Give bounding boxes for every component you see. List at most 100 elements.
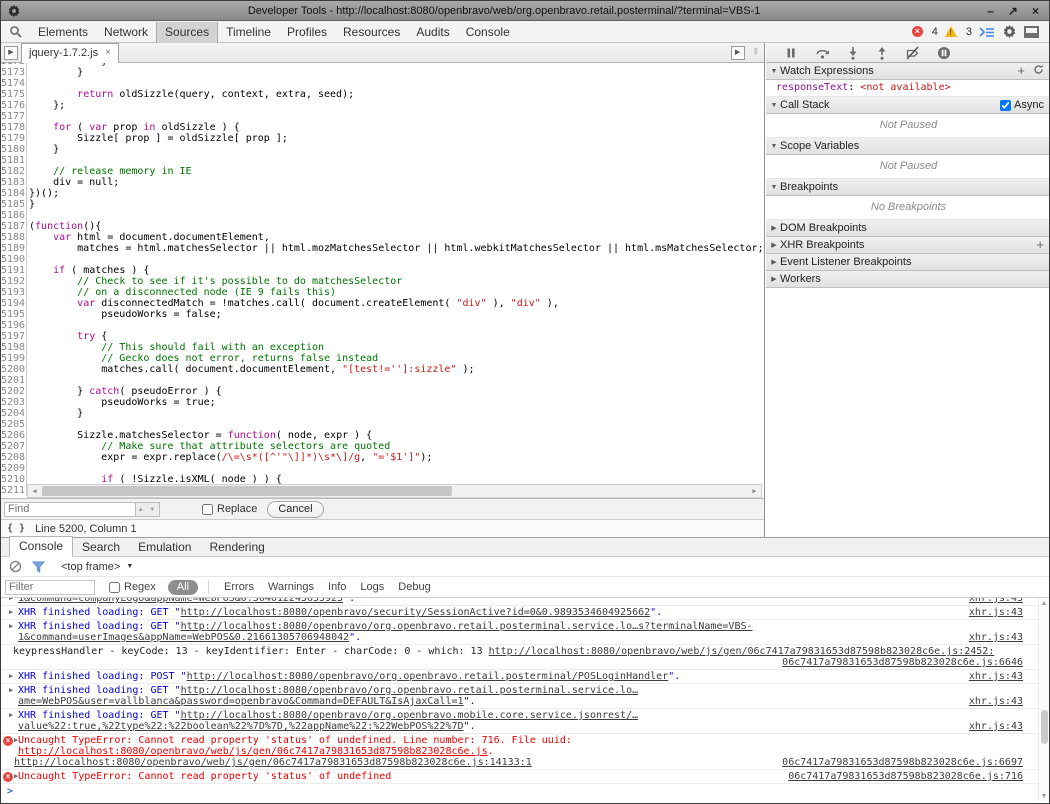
filter-funnel-icon[interactable]	[32, 561, 45, 573]
line-number[interactable]: 5176	[1, 100, 27, 111]
clear-console-icon[interactable]	[9, 560, 22, 573]
code-line[interactable]	[27, 375, 29, 386]
minimize-button[interactable]: –	[987, 2, 994, 20]
code-line[interactable]: // Make sure that attribute selectors ar…	[27, 441, 390, 452]
console-message[interactable]: ▶xhr.js:43XHR finished loading: GET "htt…	[1, 606, 1049, 620]
code-line[interactable]: Sizzle[ prop ] = oldSizzle[ prop ];	[27, 133, 288, 144]
line-number[interactable]: 5194	[1, 298, 27, 309]
step-into-icon[interactable]	[847, 46, 859, 60]
source-link[interactable]: xhr.js:43	[969, 632, 1023, 643]
line-number[interactable]: 5185	[1, 199, 27, 210]
line-number[interactable]: 5198	[1, 342, 27, 353]
console-message[interactable]: ▶xhr.js:43XHR finished loading: POST "ht…	[1, 670, 1049, 684]
toolbar-tab-audits[interactable]: Audits	[408, 22, 457, 43]
expand-triangle-icon[interactable]: ▶	[9, 711, 13, 719]
sidebar-section-xhr-breakpoints[interactable]: ▶XHR Breakpoints+	[766, 237, 1050, 254]
source-link[interactable]: xhr.js:43	[969, 607, 1023, 618]
code-line[interactable]: // release memory in IE	[27, 166, 192, 177]
code-line[interactable]: })();	[27, 188, 59, 199]
line-number[interactable]: 5203	[1, 397, 27, 408]
line-number[interactable]: 5193	[1, 287, 27, 298]
expand-triangle-icon[interactable]: ▶	[9, 598, 13, 602]
frame-selector[interactable]: <top frame> ▼	[61, 561, 133, 573]
console-message[interactable]: ▶XHR finished loading: GET "http://local…	[1, 709, 1049, 734]
file-tab[interactable]: jquery-1.7.2.js ×	[21, 43, 119, 63]
code-line[interactable]: return oldSizzle(query, context, extra, …	[27, 89, 354, 100]
line-number[interactable]: 5207	[1, 441, 27, 452]
source-link[interactable]: xhr.js:43	[969, 598, 1023, 604]
show-console-icon[interactable]	[979, 26, 995, 38]
sidebar-section-breakpoints[interactable]: ▼Breakpoints	[766, 179, 1050, 196]
line-number[interactable]: 5183	[1, 177, 27, 188]
source-link[interactable]: ame=WebPOS&user=vallblanca&password=open…	[18, 696, 464, 707]
expand-triangle-icon[interactable]: ▶	[14, 736, 18, 744]
toolbar-tab-network[interactable]: Network	[96, 22, 156, 43]
code-line[interactable]: (function(){	[27, 221, 101, 232]
code-line[interactable]: } catch( pseudoError ) {	[27, 386, 222, 397]
console-scrollbar[interactable]: ▲ ▼	[1038, 598, 1049, 802]
scrollbar-thumb[interactable]	[42, 486, 452, 496]
warning-count-icon[interactable]: !	[945, 26, 957, 37]
deactivate-breakpoints-icon[interactable]	[905, 46, 920, 60]
code-line[interactable]: }	[27, 67, 83, 78]
close-tab-icon[interactable]: ×	[105, 47, 111, 58]
horizontal-scrollbar[interactable]: ◀ ▶	[27, 484, 762, 498]
line-number[interactable]: 5181	[1, 155, 27, 166]
source-link[interactable]: xhr.js:43	[969, 671, 1023, 682]
code-line[interactable]: Sizzle.matchesSelector = function( node,…	[27, 430, 372, 441]
line-number[interactable]: 5204	[1, 408, 27, 419]
line-number[interactable]: 5187	[1, 221, 27, 232]
code-line[interactable]: }	[27, 199, 35, 210]
line-number[interactable]: 5197	[1, 331, 27, 342]
level-filter-all[interactable]: All	[168, 580, 198, 595]
pause-script-icon[interactable]	[784, 46, 798, 60]
line-number[interactable]: 5175	[1, 89, 27, 100]
close-button[interactable]: ×	[1032, 2, 1039, 20]
code-line[interactable]: var html = document.documentElement,	[27, 232, 270, 243]
regex-checkbox[interactable]	[109, 582, 120, 593]
line-number[interactable]: 5179	[1, 133, 27, 144]
pretty-print-icon[interactable]: { }	[7, 523, 25, 534]
code-editor[interactable]: 5172 }5173 }51745175 return oldSizzle(qu…	[1, 63, 764, 498]
sidebar-section-workers[interactable]: ▶Workers	[766, 271, 1050, 288]
scroll-left-icon[interactable]: ◀	[28, 485, 41, 497]
source-link[interactable]: 06c7417a79831653d87598b823028c6e.js:6646	[782, 657, 1023, 668]
scroll-right-icon[interactable]: ▶	[748, 485, 761, 497]
line-number[interactable]: 5192	[1, 276, 27, 287]
line-number[interactable]: 5202	[1, 386, 27, 397]
watch-expression[interactable]: responseText: <not available>	[766, 80, 1050, 97]
line-number[interactable]: 5180	[1, 144, 27, 155]
code-line[interactable]	[27, 111, 29, 122]
toolbar-tab-profiles[interactable]: Profiles	[279, 22, 335, 43]
line-number[interactable]: 5209	[1, 463, 27, 474]
restore-button[interactable]: ↗	[1008, 2, 1018, 20]
source-link[interactable]: http://localhost:8080/openbravo/security…	[181, 607, 651, 618]
find-input[interactable]	[4, 502, 136, 517]
expand-triangle-icon[interactable]: ▶	[9, 608, 13, 616]
code-line[interactable]: }	[27, 144, 59, 155]
code-line[interactable]: matches = html.matchesSelector || html.m…	[27, 243, 764, 254]
warning-count[interactable]: 3	[966, 26, 972, 38]
source-link[interactable]: xhr.js:43	[969, 696, 1023, 707]
level-filter-logs[interactable]: Logs	[360, 581, 384, 593]
level-filter-info[interactable]: Info	[328, 581, 346, 593]
add-icon[interactable]: +	[1036, 240, 1044, 250]
code-line[interactable]: try {	[27, 331, 107, 342]
line-number[interactable]: 5195	[1, 309, 27, 320]
code-line[interactable]: if ( matches ) {	[27, 265, 149, 276]
source-link[interactable]: http://localhost:8080/openbravo/org.open…	[181, 685, 639, 696]
line-number[interactable]: 5186	[1, 210, 27, 221]
step-over-icon[interactable]	[815, 46, 830, 60]
source-link[interactable]: xhr.js:43	[969, 721, 1023, 732]
code-line[interactable]: pseudoWorks = false;	[27, 309, 222, 320]
source-link[interactable]: 06c7417a79831653d87598b823028c6e.js:716	[788, 771, 1023, 782]
add-icon[interactable]: +	[1017, 66, 1025, 76]
code-line[interactable]	[27, 78, 29, 89]
toolbar-tab-elements[interactable]: Elements	[30, 22, 96, 43]
line-number[interactable]: 5174	[1, 78, 27, 89]
code-line[interactable]: for ( var prop in oldSizzle ) {	[27, 122, 240, 133]
toolbar-tab-sources[interactable]: Sources	[156, 22, 218, 43]
code-line[interactable]	[27, 463, 29, 474]
line-number[interactable]: 5190	[1, 254, 27, 265]
console-prompt[interactable]: >	[1, 784, 1049, 799]
